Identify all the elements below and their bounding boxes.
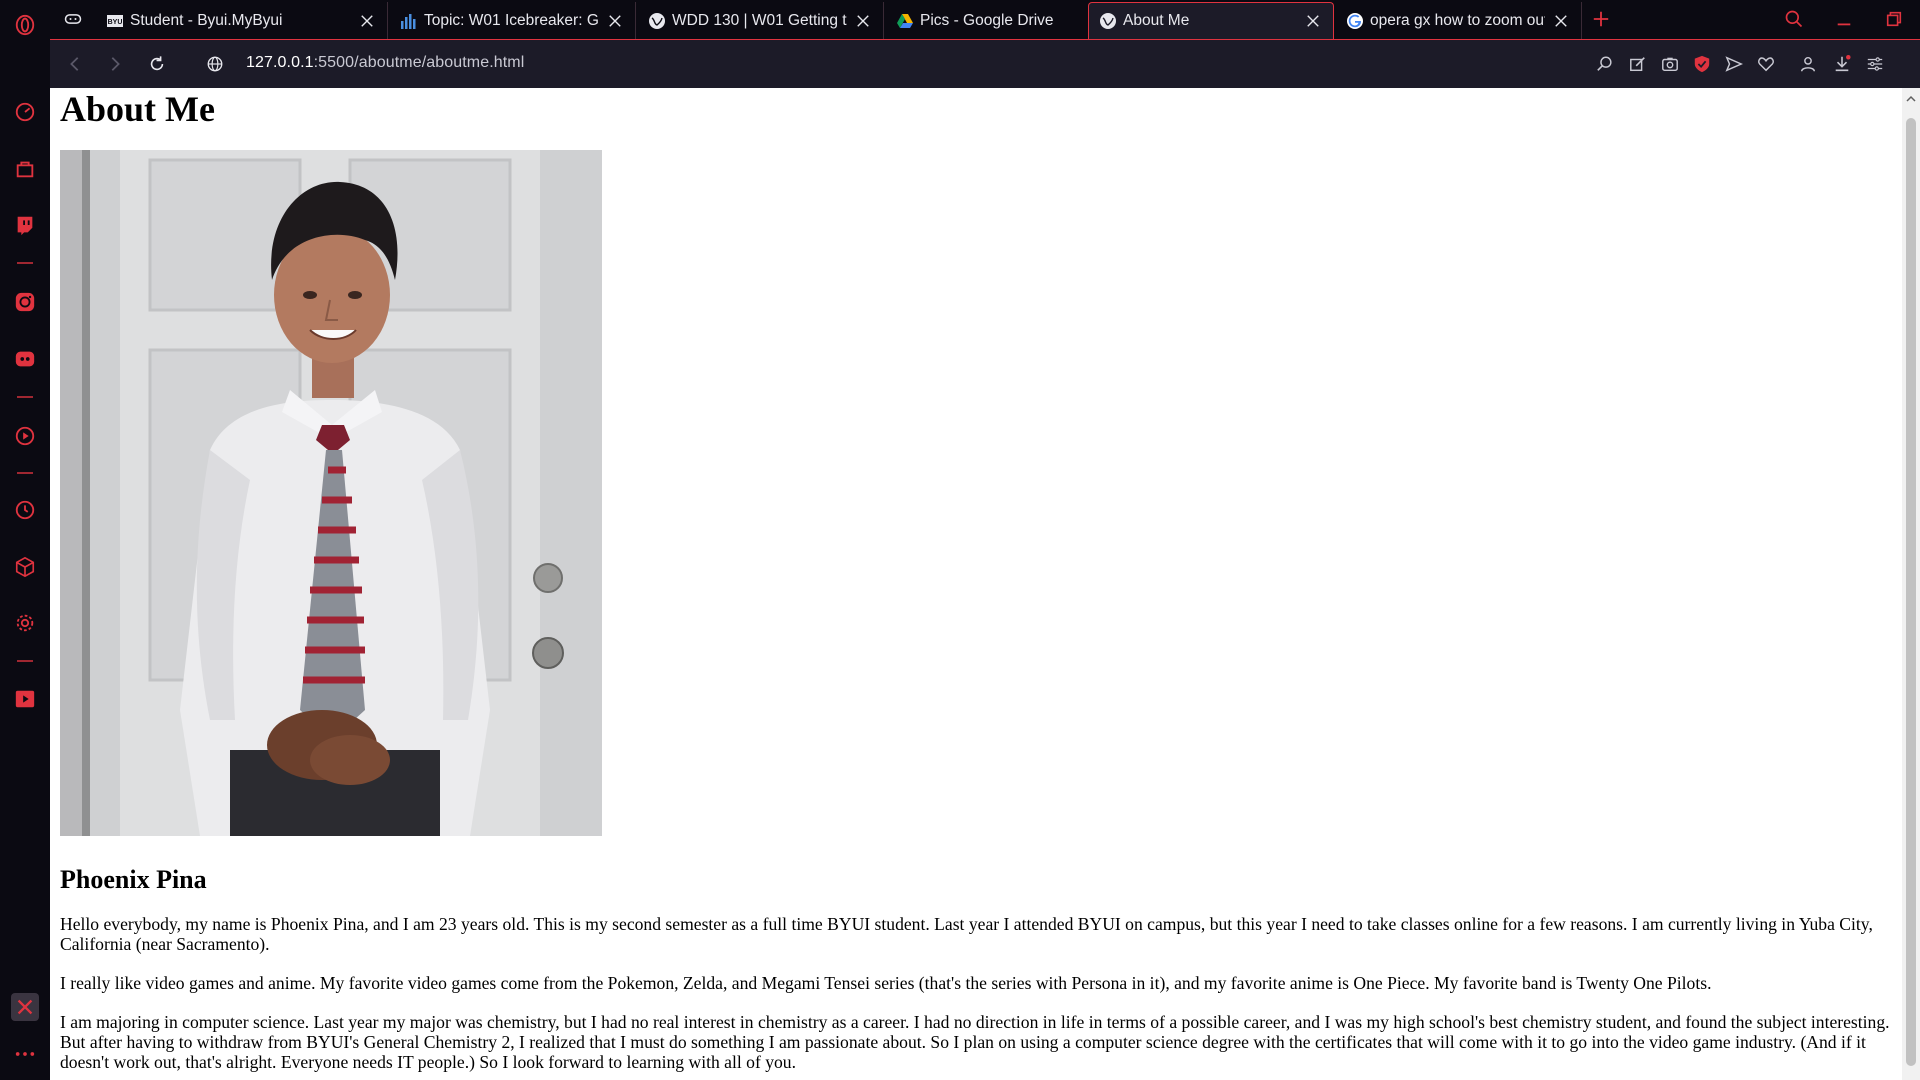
snapshot-camera-icon[interactable] (1659, 53, 1681, 75)
tab-title: opera gx how to zoom out (1370, 11, 1545, 29)
sidebar-divider (17, 660, 33, 662)
sidebar-divider (17, 396, 33, 398)
downloads-icon[interactable] (1831, 53, 1853, 75)
url-host: 127.0.0.1 (246, 54, 314, 71)
page-title: About Me (60, 89, 215, 129)
close-tab-icon[interactable] (357, 11, 377, 31)
google-icon (1346, 12, 1364, 30)
gx-control-icon[interactable] (11, 993, 39, 1021)
more-dots-icon[interactable] (12, 1041, 38, 1067)
globe-icon (648, 12, 666, 30)
tab-opera-gx-zoom[interactable]: opera gx how to zoom out (1336, 2, 1582, 39)
tab-about-me[interactable]: About Me (1088, 2, 1334, 39)
bookmark-heart-icon[interactable] (1755, 53, 1777, 75)
tab-student-byui[interactable]: BYU Student - Byui.MyByui (96, 2, 388, 39)
player-icon[interactable] (12, 423, 38, 449)
extensions-cube-icon[interactable] (12, 554, 38, 580)
tab-title: Pics - Google Drive (920, 11, 1054, 29)
sidebar-divider (17, 472, 33, 474)
profile-photo (60, 150, 602, 836)
history-icon[interactable] (12, 497, 38, 523)
sidebar-divider (17, 262, 33, 264)
person-name: Phoenix Pina (60, 865, 207, 894)
minimize-button[interactable] (1830, 6, 1858, 32)
globe-icon (1099, 12, 1117, 30)
sidebar (0, 0, 50, 1080)
adblock-shield-icon[interactable] (1691, 53, 1713, 75)
url-path: :5500/aboutme/aboutme.html (313, 54, 525, 71)
close-tab-icon[interactable] (1303, 11, 1323, 31)
settings-gear-icon[interactable] (12, 610, 38, 636)
discord-icon[interactable] (12, 346, 38, 372)
scroll-up-arrow-icon[interactable] (1906, 94, 1916, 104)
page-viewport: About Me Phoenix Pina Hello everybody, m… (50, 88, 1902, 1080)
site-info-globe-icon[interactable] (202, 51, 228, 77)
gx-video-icon[interactable] (12, 686, 38, 712)
send-flow-icon[interactable] (1723, 53, 1745, 75)
google-drive-icon (896, 12, 914, 30)
opera-logo-icon[interactable] (12, 12, 38, 38)
gx-tab-menu-icon[interactable] (60, 6, 86, 32)
close-tab-icon[interactable] (1551, 11, 1571, 31)
tab-bar: BYU Student - Byui.MyByui Topic: W01 Ice… (50, 0, 1920, 39)
close-tab-icon[interactable] (853, 11, 873, 31)
account-profile-icon[interactable] (1797, 53, 1819, 75)
share-edit-icon[interactable] (1627, 53, 1649, 75)
page-scrollbar[interactable] (1902, 88, 1920, 1080)
bio-paragraph-hobbies: I really like video games and anime. My … (60, 973, 1712, 993)
tab-title: WDD 130 | W01 Getting to (672, 11, 847, 29)
forward-button[interactable] (102, 51, 128, 77)
byu-icon: BYU (106, 12, 124, 30)
tab-title: Student - Byui.MyByui (130, 11, 283, 29)
bio-paragraph-intro: Hello everybody, my name is Phoenix Pina… (60, 914, 1873, 954)
reload-button[interactable] (144, 51, 170, 77)
instagram-icon[interactable] (12, 289, 38, 315)
scroll-thumb[interactable] (1906, 118, 1916, 1066)
search-in-page-icon[interactable] (1594, 53, 1616, 75)
svg-text:BYU: BYU (108, 19, 123, 26)
twitch-icon[interactable] (12, 212, 38, 238)
shopping-bag-icon[interactable] (12, 156, 38, 182)
page-content: About Me Phoenix Pina Hello everybody, m… (60, 88, 1890, 1072)
search-icon[interactable] (1780, 6, 1808, 32)
close-tab-icon[interactable] (605, 11, 625, 31)
address-bar: 127.0.0.1:5500/aboutme/aboutme.html (50, 39, 1920, 88)
tab-title: About Me (1123, 12, 1190, 29)
back-button[interactable] (62, 51, 88, 77)
tab-title: Topic: W01 Icebreaker: Gett (424, 11, 599, 29)
chart-bars-icon (400, 12, 418, 30)
new-tab-button[interactable] (1587, 6, 1615, 32)
tab-topic-icebreaker[interactable]: Topic: W01 Icebreaker: Gett (390, 2, 636, 39)
bio-paragraph-major: I am majoring in computer science. Last … (60, 1012, 1890, 1072)
speed-dial-icon[interactable] (12, 99, 38, 125)
restore-button[interactable] (1880, 6, 1908, 32)
easy-setup-menu-icon[interactable] (1864, 53, 1886, 75)
tab-wdd130[interactable]: WDD 130 | W01 Getting to (638, 2, 884, 39)
url-field[interactable]: 127.0.0.1:5500/aboutme/aboutme.html (246, 54, 524, 72)
